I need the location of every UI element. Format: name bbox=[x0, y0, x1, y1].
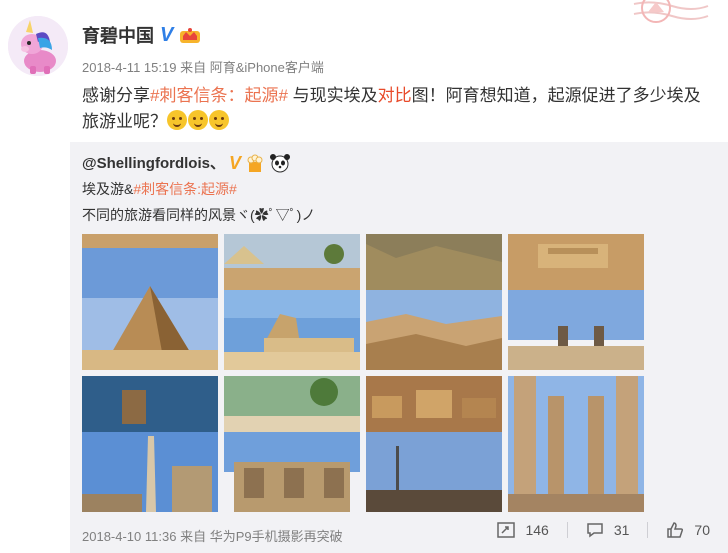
post-time[interactable]: 2018-4-11 15:19 bbox=[82, 60, 176, 75]
photo-columns[interactable] bbox=[508, 376, 644, 512]
photo-sphinx[interactable] bbox=[224, 234, 360, 370]
like-icon bbox=[667, 522, 684, 538]
weibo-post: 育碧中国 V 2018-4-11 15:19 来自 阿育&iPhone客户端 感… bbox=[0, 0, 728, 553]
author-name[interactable]: 育碧中国 bbox=[82, 22, 154, 48]
topic-link[interactable]: #刺客信条：起源# bbox=[150, 86, 288, 105]
photo-obelisk[interactable] bbox=[82, 376, 218, 512]
post-text: 感谢分享#刺客信条：起源# 与现实埃及对比图！阿育想知道，起源促进了多少埃及旅游… bbox=[82, 83, 712, 135]
repost-count: 146 bbox=[525, 522, 549, 538]
repost-time[interactable]: 2018-4-10 11:36 bbox=[82, 529, 176, 544]
post-source[interactable]: 阿育&iPhone客户端 bbox=[210, 60, 324, 75]
decorative-stamp-icon bbox=[633, 0, 709, 23]
verified-v-icon[interactable]: V bbox=[229, 154, 241, 172]
repost-user[interactable]: @Shellingfordlois、 bbox=[82, 152, 225, 173]
comment-icon bbox=[587, 523, 603, 538]
grimace-emoji-icon bbox=[188, 110, 208, 130]
repost-topic-link[interactable]: #刺客信条:起源# bbox=[133, 181, 236, 197]
repost-meta: 2018-4-10 11:36 来自 华为P9手机摄影再突破 bbox=[82, 526, 343, 545]
photo-colossi[interactable] bbox=[508, 234, 644, 370]
avatar[interactable] bbox=[8, 16, 68, 76]
comment-count: 31 bbox=[613, 522, 630, 538]
panda-badge-icon[interactable] bbox=[269, 153, 291, 173]
like-count: 70 bbox=[694, 522, 710, 538]
post-meta: 2018-4-11 15:19 来自 阿育&iPhone客户端 bbox=[82, 57, 324, 76]
repost-from-label: 来自 bbox=[180, 529, 207, 544]
grimace-emoji-icon bbox=[209, 110, 229, 130]
post-text-before: 感谢分享 bbox=[82, 86, 150, 105]
like-button[interactable]: 70 bbox=[666, 522, 710, 538]
photo-pyramid[interactable] bbox=[82, 234, 218, 370]
divider bbox=[566, 522, 568, 538]
divider bbox=[647, 522, 649, 538]
comment-button[interactable]: 31 bbox=[586, 522, 630, 538]
repost-button[interactable]: 146 bbox=[497, 522, 549, 538]
repost-source[interactable]: 华为P9手机摄影再突破 bbox=[210, 529, 343, 544]
repost-icon bbox=[497, 522, 516, 538]
crown-badge-icon[interactable] bbox=[179, 26, 201, 44]
repost-prefix: 埃及游& bbox=[82, 181, 134, 197]
repost-actions: 146 31 70 bbox=[497, 522, 710, 538]
popcorn-badge-icon[interactable] bbox=[245, 153, 265, 173]
repost-panel: @Shellingfordlois、 V 埃及游&#刺客信条:起源# 不同的旅游… bbox=[70, 142, 728, 553]
meta-from-label: 来自 bbox=[180, 60, 207, 75]
post-text-mid: 与现实埃及 bbox=[287, 86, 378, 105]
photo-desert-cliffs[interactable] bbox=[366, 234, 502, 370]
repost-text-line1: 埃及游&#刺客信条:起源# bbox=[82, 179, 237, 199]
repost-text-line2: 不同的旅游看同样的风景ヾ(✿ﾟ▽ﾟ)ノ bbox=[82, 207, 316, 223]
highlight-text: 对比 bbox=[377, 86, 412, 105]
smile-emoji-icon bbox=[167, 110, 187, 130]
photo-temple-path[interactable] bbox=[224, 376, 360, 512]
verified-v-icon[interactable]: V bbox=[160, 25, 173, 45]
repost-user-row: @Shellingfordlois、 V bbox=[82, 152, 291, 173]
photo-city-view[interactable] bbox=[366, 376, 502, 512]
author-row: 育碧中国 V bbox=[82, 22, 201, 48]
